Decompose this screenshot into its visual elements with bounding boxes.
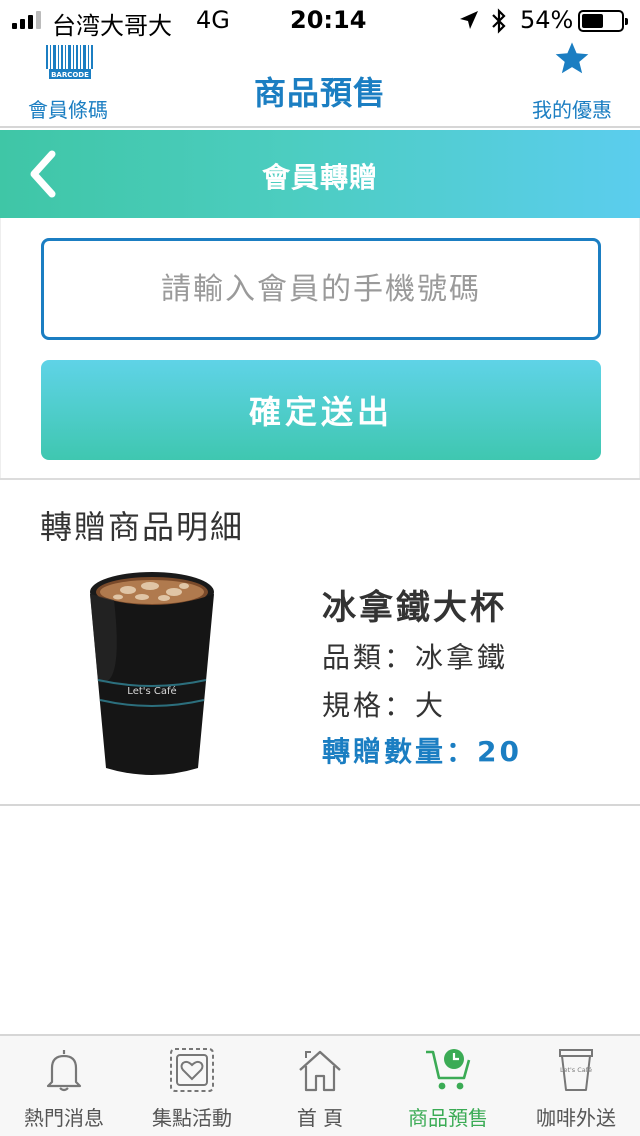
cup-icon-text: Let's Café xyxy=(560,1066,592,1074)
transfer-detail-section: 轉贈商品明細 Let's Café 冰拿鐵大杯 品類：冰拿鐵 規格：大 轉贈數量… xyxy=(0,480,640,806)
tab-home[interactable]: 首 頁 xyxy=(256,1036,384,1136)
bluetooth-icon xyxy=(492,8,506,34)
tab-label: 咖啡外送 xyxy=(536,1106,616,1130)
sub-header-title: 會員轉贈 xyxy=(261,161,378,194)
my-coupons-label: 我的優惠 xyxy=(532,98,612,122)
battery-icon xyxy=(578,10,628,32)
tab-coffee-delivery[interactable]: Let's Café 咖啡外送 xyxy=(512,1036,640,1136)
stamp-card-icon xyxy=(170,1048,214,1092)
item-name: 冰拿鐵大杯 xyxy=(322,588,507,628)
signal-strength-icon xyxy=(12,11,41,29)
clock: 20:14 xyxy=(290,6,367,34)
status-bar: 台湾大哥大 4G 20:14 54% xyxy=(0,0,640,40)
tab-label: 熱門消息 xyxy=(24,1106,104,1130)
tab-product-presale[interactable]: 商品預售 xyxy=(384,1036,512,1136)
home-icon xyxy=(299,1050,341,1092)
transfer-quantity: 轉贈數量：20 xyxy=(322,735,522,768)
tab-label: 首 頁 xyxy=(296,1106,344,1130)
location-arrow-icon xyxy=(460,11,478,29)
item-category: 品類：冰拿鐵 xyxy=(322,641,509,674)
section-title: 轉贈商品明細 xyxy=(40,508,245,546)
cup-brand-text: Let's Café xyxy=(127,685,176,697)
carrier-name: 台湾大哥大 xyxy=(52,12,172,40)
coffee-cup-icon: Let's Café xyxy=(559,1049,593,1091)
tab-stamp-activity[interactable]: 集點活動 xyxy=(128,1036,256,1136)
submit-button[interactable]: 確定送出 xyxy=(41,360,601,460)
battery-percent: 54% xyxy=(520,6,574,34)
tab-label: 集點活動 xyxy=(152,1106,232,1130)
app-header: BARCODE 會員條碼 商品預售 我的優惠 xyxy=(0,40,640,128)
item-spec: 規格：大 xyxy=(322,689,447,722)
star-icon xyxy=(555,42,589,74)
transfer-form: 確定送出 xyxy=(0,218,640,478)
bottom-tab-bar: 熱門消息 集點活動 首 頁 商品預售 Let's Café 咖啡外送 xyxy=(0,1034,640,1136)
phone-number-input[interactable] xyxy=(41,238,601,340)
network-type: 4G xyxy=(196,6,230,34)
my-coupons-button[interactable]: 我的優惠 xyxy=(517,40,627,128)
coffee-cup-image: Let's Café xyxy=(90,572,214,775)
tab-hot-news[interactable]: 熱門消息 xyxy=(0,1036,128,1136)
sub-header: 會員轉贈 xyxy=(0,130,640,218)
tab-label: 商品預售 xyxy=(408,1106,488,1130)
cart-clock-icon xyxy=(426,1049,471,1090)
bell-icon xyxy=(46,1050,82,1092)
